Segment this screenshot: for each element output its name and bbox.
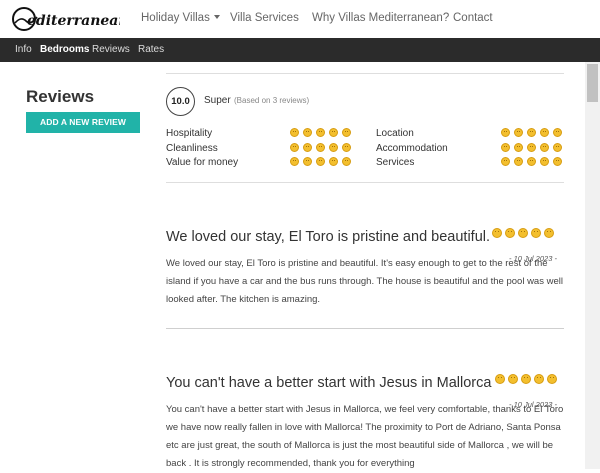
smiley-icon	[514, 128, 523, 137]
category-value: Value for money	[166, 157, 239, 168]
smiley-icon	[290, 143, 299, 152]
brand-logo[interactable]: editerranean	[10, 3, 120, 35]
smiley-icon	[303, 128, 312, 137]
nav-holiday-villas-label: Holiday Villas	[141, 12, 210, 24]
smiley-icon	[505, 228, 516, 238]
divider	[166, 73, 564, 74]
smiley-icon	[492, 228, 503, 238]
score-based-on: (Based on 3 reviews)	[234, 96, 310, 105]
smiley-icon	[553, 157, 562, 166]
smiley-icon	[501, 128, 510, 137]
review-body: We loved our stay, El Toro is pristine a…	[166, 258, 563, 305]
rating-accommodation	[501, 143, 566, 153]
subnav-rates[interactable]: Rates	[138, 44, 164, 55]
category-accommodation: Accommodation	[376, 143, 448, 154]
smiley-icon	[521, 374, 532, 384]
smiley-icon	[540, 128, 549, 137]
smiley-icon	[553, 143, 562, 152]
property-subnav: Info Bedrooms Reviews Rates	[0, 38, 600, 62]
review-title: We loved our stay, El Toro is pristine a…	[166, 228, 557, 245]
svg-text:editerranean: editerranean	[27, 13, 120, 29]
category-cleanliness: Cleanliness	[166, 143, 218, 154]
smiley-icon	[508, 374, 519, 384]
smiley-icon	[531, 228, 542, 238]
rating-cleanliness	[290, 143, 355, 153]
review-title-text: You can't have a better start with Jesus…	[166, 375, 492, 391]
rating-services	[501, 157, 566, 167]
review-body: You can't have a better start with Jesus…	[166, 404, 564, 469]
smiley-icon	[501, 157, 510, 166]
smiley-icon	[316, 157, 325, 166]
smiley-icon	[527, 143, 536, 152]
smiley-icon	[553, 128, 562, 137]
chevron-down-icon	[213, 15, 220, 19]
logo-icon: editerranean	[12, 7, 120, 31]
smiley-icon	[540, 143, 549, 152]
divider	[166, 182, 564, 183]
subnav-info[interactable]: Info	[15, 44, 32, 55]
score-label: Super	[204, 95, 231, 106]
subnav-bedrooms[interactable]: Bedrooms	[40, 44, 89, 55]
smiley-icon	[303, 157, 312, 166]
smiley-icon	[329, 157, 338, 166]
smiley-icon	[290, 157, 299, 166]
smiley-icon	[547, 374, 558, 384]
review-rating	[495, 374, 560, 384]
divider	[166, 328, 564, 329]
smiley-icon	[342, 128, 351, 137]
subnav-reviews[interactable]: Reviews	[92, 44, 130, 55]
smiley-icon	[303, 143, 312, 152]
smiley-icon	[501, 143, 510, 152]
smiley-icon	[329, 143, 338, 152]
top-navbar: editerranean Holiday Villas Villa Servic…	[0, 0, 600, 39]
smiley-icon	[514, 143, 523, 152]
smiley-icon	[527, 128, 536, 137]
nav-why-villas[interactable]: Why Villas Mediterranean?	[312, 12, 449, 24]
scrollbar-thumb[interactable]	[587, 64, 598, 102]
rating-hospitality	[290, 128, 355, 138]
overall-score-badge: 10.0	[166, 87, 195, 116]
smiley-icon	[544, 228, 555, 238]
nav-contact[interactable]: Contact	[453, 12, 493, 24]
rating-location	[501, 128, 566, 138]
review-rating	[492, 228, 557, 238]
review-title-text: We loved our stay, El Toro is pristine a…	[166, 229, 491, 245]
smiley-icon	[540, 157, 549, 166]
page-scrollbar[interactable]	[585, 62, 600, 469]
nav-villa-services[interactable]: Villa Services	[230, 12, 299, 24]
category-hospitality: Hospitality	[166, 128, 213, 139]
smiley-icon	[342, 157, 351, 166]
reviews-heading: Reviews	[26, 87, 95, 106]
category-services: Services	[376, 157, 415, 168]
smiley-icon	[514, 157, 523, 166]
smiley-icon	[534, 374, 545, 384]
smiley-icon	[527, 157, 536, 166]
smiley-icon	[329, 128, 338, 137]
smiley-icon	[495, 374, 506, 384]
smiley-icon	[290, 128, 299, 137]
review-title: You can't have a better start with Jesus…	[166, 374, 558, 391]
rating-value	[290, 157, 355, 167]
nav-holiday-villas[interactable]: Holiday Villas	[141, 12, 220, 24]
add-review-button[interactable]: ADD A NEW REVIEW	[26, 112, 140, 133]
smiley-icon	[316, 143, 325, 152]
smiley-icon	[316, 128, 325, 137]
category-location: Location	[376, 128, 414, 139]
smiley-icon	[518, 228, 529, 238]
smiley-icon	[342, 143, 351, 152]
